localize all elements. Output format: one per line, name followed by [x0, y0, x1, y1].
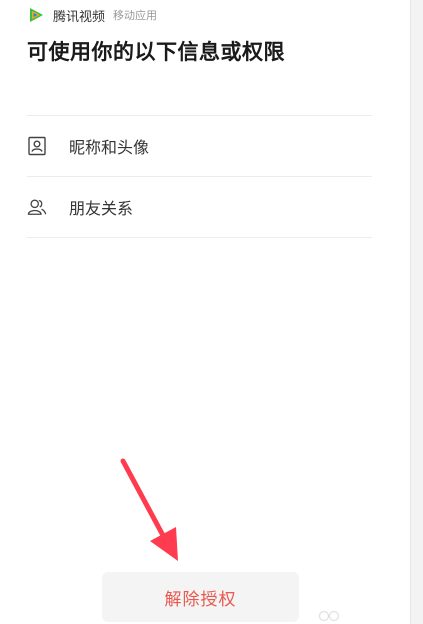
watermark-icon: [318, 610, 340, 622]
annotation-arrow-icon: [120, 458, 178, 561]
authorization-panel: 腾讯视频 移动应用 可使用你的以下信息或权限 昵称和头像 朋友关系 解除授权: [0, 0, 410, 624]
tencent-video-logo-icon: [30, 8, 43, 22]
profile-card-icon: [28, 136, 46, 156]
permission-list: 昵称和头像 朋友关系: [27, 115, 372, 238]
app-header: 腾讯视频 移动应用: [27, 5, 157, 25]
permission-label: 朋友关系: [69, 199, 134, 218]
friends-icon: [27, 199, 47, 215]
permission-item-nickname-avatar: 昵称和头像: [27, 116, 372, 177]
app-name: 腾讯视频: [53, 9, 106, 25]
page-title: 可使用你的以下信息或权限: [27, 40, 285, 64]
permission-label: 昵称和头像: [69, 138, 150, 157]
app-type-label: 移动应用: [113, 9, 158, 22]
background-window-edge: [410, 0, 423, 624]
revoke-authorization-button[interactable]: 解除授权: [102, 572, 299, 622]
permission-item-friends: 朋友关系: [27, 177, 372, 238]
